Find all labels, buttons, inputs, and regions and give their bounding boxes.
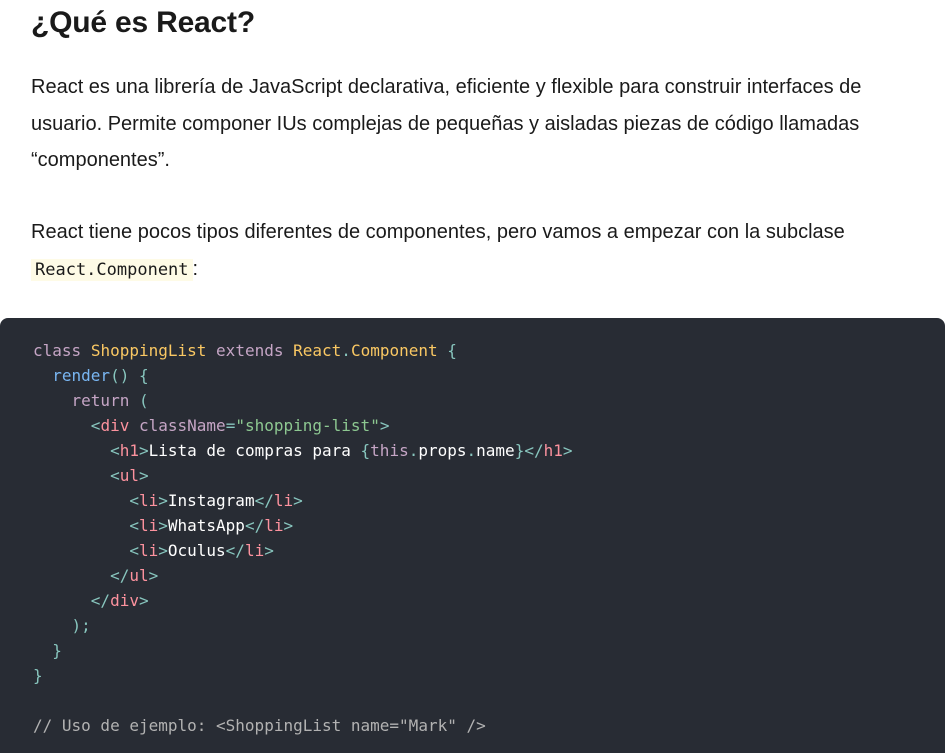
code-token: "shopping-list" <box>235 416 380 435</box>
code-token: > <box>562 441 573 460</box>
code-token: . <box>466 441 477 460</box>
code-token: extends <box>216 341 284 360</box>
code-token: < <box>110 466 120 485</box>
code-token: li <box>138 491 159 510</box>
code-token: > <box>158 491 168 510</box>
code-token: render <box>52 366 111 385</box>
code-token: li <box>273 491 294 510</box>
code-token: ( <box>138 391 149 410</box>
code-token: </ <box>244 516 265 535</box>
components-paragraph: React tiene pocos tipos diferentes de co… <box>31 214 911 288</box>
code-token: li <box>138 516 159 535</box>
code-token: > <box>283 516 294 535</box>
code-token: </ <box>524 441 544 460</box>
code-token: () <box>110 366 130 385</box>
code-token: class <box>33 341 82 360</box>
code-token: </ <box>254 491 274 510</box>
code-line-2: render() { <box>33 363 573 388</box>
code-token: </ <box>90 591 111 610</box>
code-line-9: <li>Oculus</li> <box>33 538 573 563</box>
code-line-10: </ul> <box>33 563 573 588</box>
code-line-3: return ( <box>33 388 573 413</box>
code-token: < <box>129 541 139 560</box>
code-token: li <box>138 541 159 560</box>
code-token: div <box>110 591 139 610</box>
code-token: ShoppingList <box>90 341 207 360</box>
code-token: . <box>341 341 351 360</box>
code-token: { <box>360 441 371 460</box>
code-content: class ShoppingList extends React.Compone… <box>33 338 573 738</box>
code-token: > <box>138 441 149 460</box>
code-token: WhatsApp <box>167 516 245 535</box>
code-token: ); <box>71 616 91 635</box>
code-token: < <box>110 441 120 460</box>
code-token: this <box>370 441 409 460</box>
code-block: class ShoppingList extends React.Compone… <box>0 318 945 753</box>
components-paragraph-text: React tiene pocos tipos diferentes de co… <box>31 221 845 243</box>
code-token: > <box>148 566 159 585</box>
code-token: . <box>408 441 419 460</box>
code-comment: // Uso de ejemplo: <ShoppingList name="M… <box>33 716 486 735</box>
code-token: < <box>129 516 139 535</box>
code-token: React <box>293 341 342 360</box>
code-token: } <box>514 441 525 460</box>
code-token: </ <box>110 566 130 585</box>
code-token: } <box>33 666 43 685</box>
code-token: > <box>293 491 303 510</box>
code-token: Instagram <box>167 491 255 510</box>
code-token: > <box>138 466 149 485</box>
code-token: > <box>264 541 274 560</box>
code-token: Lista de compras para <box>148 441 361 460</box>
code-line-8: <li>WhatsApp</li> <box>33 513 573 538</box>
components-paragraph-colon: : <box>192 257 199 280</box>
code-line-13: } <box>33 638 573 663</box>
code-token: Component <box>350 341 438 360</box>
code-line-11: </div> <box>33 588 573 613</box>
code-token: { <box>138 366 149 385</box>
code-token: Oculus <box>167 541 226 560</box>
code-line-7: <li>Instagram</li> <box>33 488 573 513</box>
code-token: ul <box>129 566 149 585</box>
code-token: li <box>244 541 265 560</box>
page-title: ¿Qué es React? <box>31 6 255 39</box>
code-token: { <box>447 341 457 360</box>
code-token: > <box>158 516 168 535</box>
code-token: > <box>158 541 168 560</box>
code-line-5: <h1>Lista de compras para {this.props.na… <box>33 438 573 463</box>
code-token: return <box>71 391 130 410</box>
code-token: className <box>138 416 226 435</box>
code-token: h1 <box>119 441 139 460</box>
code-line-1: class ShoppingList extends React.Compone… <box>33 338 573 363</box>
code-token: div <box>100 416 130 435</box>
code-token: name <box>476 441 515 460</box>
code-token: > <box>379 416 390 435</box>
inline-code-react-component: React.Component <box>31 258 193 281</box>
code-token: ul <box>119 466 139 485</box>
code-token: < <box>90 416 101 435</box>
intro-paragraph: React es una librería de JavaScript decl… <box>31 76 862 171</box>
code-line-6: <ul> <box>33 463 573 488</box>
code-line-12: ); <box>33 613 573 638</box>
code-token: = <box>225 416 236 435</box>
code-token: > <box>138 591 149 610</box>
code-token: } <box>52 641 62 660</box>
code-line-14: } <box>33 663 573 688</box>
code-token: </ <box>225 541 245 560</box>
code-line-16: // Uso de ejemplo: <ShoppingList name="M… <box>33 713 573 738</box>
code-line-4: <div className="shopping-list"> <box>33 413 573 438</box>
code-token: props <box>418 441 467 460</box>
code-token: < <box>129 491 139 510</box>
code-token: li <box>264 516 284 535</box>
code-token: h1 <box>543 441 563 460</box>
